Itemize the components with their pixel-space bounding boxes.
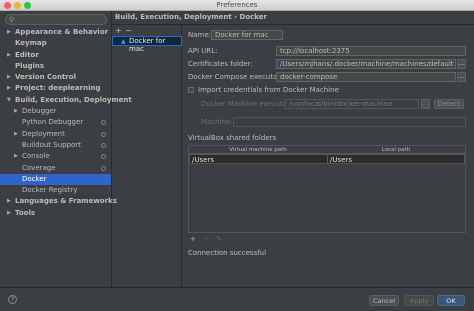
settings-sidebar: ⚲ ▶ Appearance & Behavior Keymap ▶ Editor Plu… <box>0 11 132 287</box>
sidebar-item[interactable]: ▶ Deployment <box>0 129 111 140</box>
sidebar-item-label: Version Control <box>15 73 76 82</box>
add-folder-button[interactable]: + <box>190 235 196 243</box>
sidebar-item-label: Project: deeplearning <box>15 84 101 93</box>
api-url-label: API URL: <box>188 47 218 55</box>
edit-icon[interactable]: ✎ <box>216 235 222 243</box>
sidebar-item[interactable]: ▶ Editor <box>0 50 111 61</box>
sidebar-item[interactable]: Plugins <box>0 61 111 72</box>
machine-select[interactable] <box>233 117 466 127</box>
import-credentials-checkbox[interactable] <box>188 87 194 93</box>
certificates-field[interactable]: /Users/mjhans/.docker/machine/machines/d… <box>276 59 456 69</box>
sidebar-item[interactable]: ▶ Tools <box>0 208 111 219</box>
sidebar-item[interactable]: ▶ Appearance & Behavior <box>0 27 111 38</box>
project-level-icon <box>101 165 106 171</box>
search-icon: ⚲ <box>9 16 15 24</box>
sidebar-item-label: Console <box>22 152 50 161</box>
sidebar-item-label: Docker <box>22 174 47 183</box>
detect-button[interactable]: Detect <box>434 99 464 109</box>
sidebar-item-label: Buildout Support <box>22 140 81 149</box>
sidebar-item[interactable]: ▶ Languages & Frameworks <box>0 196 117 207</box>
add-docker-button[interactable]: + <box>115 26 122 35</box>
sidebar-item-label: Languages & Frameworks <box>15 197 117 206</box>
chevron-right-icon[interactable]: ▶ <box>14 129 18 140</box>
sidebar-item[interactable]: ▶ Console <box>0 151 111 162</box>
docker-list-item-label: Docker for mac <box>129 37 166 53</box>
sidebar-item-label: Keymap <box>15 39 47 48</box>
remove-folder-button[interactable]: − <box>203 235 209 243</box>
project-level-icon <box>101 120 106 126</box>
chevron-right-icon[interactable]: ▶ <box>7 196 11 207</box>
sidebar-item-label: Docker Registry <box>22 186 78 195</box>
sidebar-item-label: Python Debugger <box>22 118 84 127</box>
sidebar-item[interactable]: Buildout Support <box>0 140 111 151</box>
chevron-right-icon[interactable]: ▶ <box>7 83 11 94</box>
browse-machine-button[interactable]: … <box>421 99 430 109</box>
docker-list-panel: + − ▲ Docker for mac <box>112 25 182 287</box>
sidebar-item[interactable]: ▶ Version Control <box>0 72 111 83</box>
chevron-down-icon[interactable]: ▼ <box>7 95 11 106</box>
sidebar-item[interactable]: Docker <box>0 173 111 186</box>
ok-button[interactable]: OK <box>437 295 465 306</box>
sidebar-item-label: Appearance & Behavior <box>15 28 108 36</box>
name-field[interactable]: Docker for mac <box>211 30 283 40</box>
settings-tree: ▶ Appearance & Behavior Keymap ▶ Editor Plugi… <box>0 27 132 219</box>
compose-field[interactable]: docker-compose <box>276 72 456 82</box>
table-toolbar: + − ✎ <box>190 235 227 243</box>
machine-label: Machine: <box>201 118 233 126</box>
column-header-vm-path[interactable]: Virtual machine path <box>189 146 327 154</box>
chevron-right-icon[interactable]: ▶ <box>14 151 18 162</box>
certificates-label: Certificates folder: <box>188 60 253 68</box>
sidebar-item-label: Editor <box>15 50 39 59</box>
sidebar-item[interactable]: ▼ Build, Execution, Deployment <box>0 95 132 106</box>
chevron-right-icon[interactable]: ▶ <box>7 27 11 38</box>
project-level-icon <box>101 142 106 148</box>
docker-whale-icon: ▲ <box>121 38 126 45</box>
chevron-right-icon[interactable]: ▶ <box>7 72 11 83</box>
browse-compose-button[interactable]: … <box>457 72 466 82</box>
chevron-right-icon[interactable]: ▶ <box>7 50 11 61</box>
sidebar-item-label: Tools <box>15 208 36 217</box>
sidebar-item[interactable]: Python Debugger <box>0 117 111 128</box>
shared-folders-title: VirtualBox shared folders <box>188 134 277 142</box>
apply-button[interactable]: Apply <box>404 295 434 306</box>
browse-certificates-button[interactable]: … <box>457 59 466 69</box>
connection-status: Connection successful <box>188 249 267 257</box>
sidebar-item-label: Debugger <box>22 107 57 116</box>
search-input[interactable]: ⚲ <box>5 14 107 25</box>
sidebar-item[interactable]: Keymap <box>0 38 111 49</box>
title-bar: Preferences <box>0 0 474 11</box>
sidebar-item[interactable]: Coverage <box>0 163 111 174</box>
sidebar-item-label: Plugins <box>15 61 45 70</box>
shared-folders-table: Virtual machine path Local path /Users /… <box>188 145 466 233</box>
sidebar-item-label: Coverage <box>22 163 56 172</box>
import-credentials-label: Import credentials from Docker Machine <box>198 86 339 94</box>
chevron-right-icon[interactable]: ▶ <box>7 208 11 219</box>
sidebar-item[interactable]: ▶ Debugger <box>0 106 111 117</box>
docker-list-item[interactable]: ▲ Docker for mac <box>112 36 182 53</box>
table-cell-vm-path[interactable]: /Users <box>189 154 328 164</box>
docker-settings-panel: Build, Execution, Deployment › Docker + … <box>112 11 474 287</box>
machine-executable-field[interactable]: /usr/local/bin/docker-machine <box>285 99 419 109</box>
help-button[interactable]: ? <box>8 295 17 304</box>
window-title: Preferences <box>216 1 258 9</box>
project-level-icon <box>101 131 106 137</box>
sidebar-item-label: Deployment <box>22 129 65 138</box>
dialog-footer: ? Cancel Apply OK <box>0 287 474 311</box>
chevron-right-icon[interactable]: ▶ <box>14 106 18 117</box>
table-cell-local-path[interactable]: /Users <box>327 154 465 164</box>
sidebar-item[interactable]: ▶ Project: deeplearning <box>0 83 111 94</box>
remove-docker-button[interactable]: − <box>125 26 132 35</box>
sidebar-item[interactable]: Docker Registry <box>0 185 111 196</box>
column-header-local-path[interactable]: Local path <box>327 146 465 154</box>
name-label: Name: <box>188 31 212 39</box>
project-level-icon <box>101 154 106 160</box>
breadcrumb: Build, Execution, Deployment › Docker <box>115 13 267 21</box>
api-url-field[interactable]: tcp://localhost:2375 <box>276 46 466 56</box>
cancel-button[interactable]: Cancel <box>369 295 399 306</box>
preferences-window: Preferences ⚲ ▶ Appearance & Behavior Keym… <box>0 0 474 311</box>
